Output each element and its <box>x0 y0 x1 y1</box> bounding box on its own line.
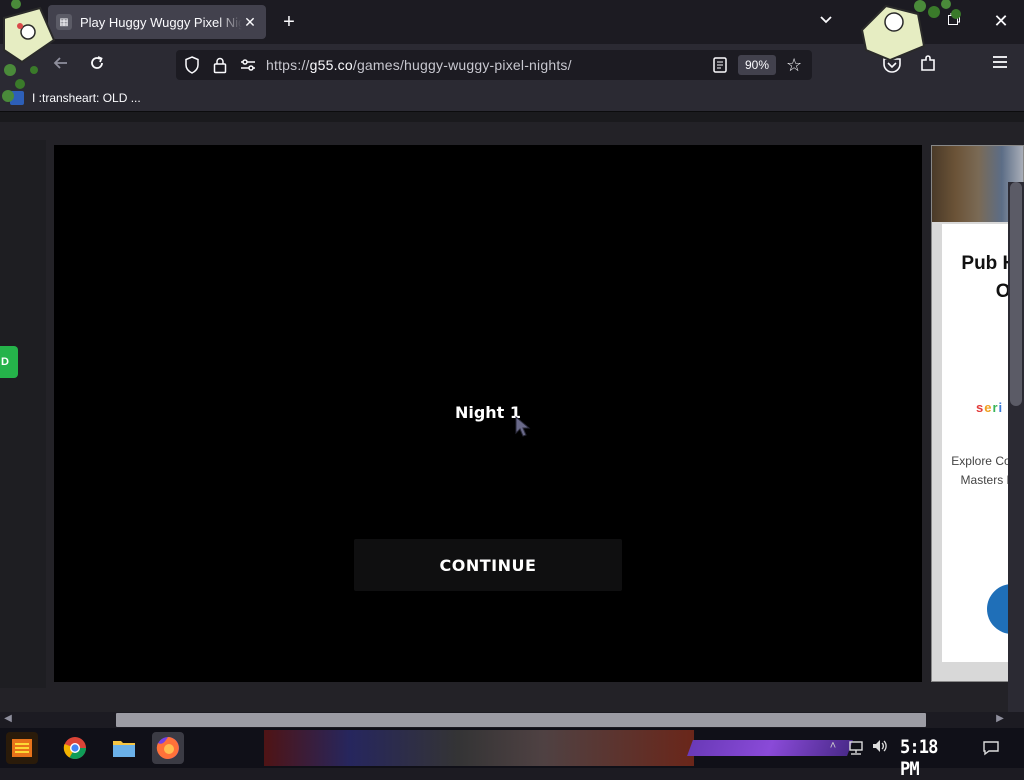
left-sidebar: D <box>0 140 46 688</box>
extensions-icon[interactable] <box>918 54 938 76</box>
bookmark-favicon-icon <box>10 91 24 105</box>
back-icon <box>53 57 67 69</box>
web-page: D Night 1 CONTINUE Pub Hea Deg Optic ser… <box>0 112 1024 712</box>
zoom-level-button[interactable]: 90% <box>738 55 776 75</box>
notification-icon[interactable] <box>982 740 1000 756</box>
volume-icon[interactable] <box>871 738 889 756</box>
firefox-taskbar-button[interactable] <box>152 732 184 764</box>
bookmarks-toolbar: I :transheart: OLD ... <box>0 86 1024 112</box>
tab-favicon-icon: ▦ <box>56 14 72 30</box>
game-canvas[interactable]: Night 1 CONTINUE <box>54 145 922 682</box>
chrome-taskbar-button[interactable] <box>59 732 91 764</box>
taskbar-clock[interactable]: 5:18 PM <box>900 736 958 780</box>
url-scheme: https:// <box>266 57 310 73</box>
reload-icon <box>91 56 103 69</box>
reload-button[interactable] <box>84 52 110 78</box>
chevron-down-icon <box>820 16 832 24</box>
tab-title: Play Huggy Wuggy Pixel Nights <box>80 14 242 30</box>
navigation-toolbar: https://g55.co/games/huggy-wuggy-pixel-n… <box>0 44 1024 86</box>
night-label: Night 1 <box>454 403 522 422</box>
scroll-left-arrow-icon[interactable]: ◀ <box>2 713 14 727</box>
bookmark-label: I :transheart: OLD ... <box>32 91 141 105</box>
window-restore-button[interactable] <box>944 12 964 32</box>
taskbar: ˄ 5:18 PM <box>0 728 1024 780</box>
play-button-partial[interactable]: D <box>0 346 18 378</box>
scroll-right-arrow-icon[interactable]: ▶ <box>994 713 1006 727</box>
firefox-icon <box>156 737 179 759</box>
list-all-tabs-button[interactable] <box>814 12 838 32</box>
start-icon <box>12 739 32 757</box>
horizontal-scrollbar[interactable]: ◀ ▶ <box>0 712 1024 728</box>
tab-active[interactable]: ▦ Play Huggy Wuggy Pixel Nights ✕ <box>48 5 266 39</box>
url-text[interactable]: https://g55.co/games/huggy-wuggy-pixel-n… <box>266 57 572 73</box>
taskbar-wallpaper-banner <box>264 730 694 766</box>
bookmark-item[interactable]: I :transheart: OLD ... <box>10 91 141 105</box>
page-top-strip <box>0 112 1024 122</box>
vertical-scrollbar[interactable] <box>1008 182 1024 712</box>
cursor-icon <box>515 416 531 437</box>
window-close-button[interactable]: ✕ <box>990 11 1012 33</box>
ad-brand-logo: seri <box>976 400 1004 415</box>
vertical-scrollbar-thumb[interactable] <box>1010 182 1022 406</box>
back-button[interactable] <box>48 52 74 78</box>
url-host: g55.co <box>309 57 353 73</box>
continue-button[interactable]: CONTINUE <box>354 539 622 591</box>
restore-icon <box>948 13 960 25</box>
start-button[interactable] <box>6 732 38 764</box>
tray-expand-icon[interactable]: ˄ <box>826 740 840 754</box>
tab-bar: ▦ Play Huggy Wuggy Pixel Nights ✕ + ✕ <box>0 0 1024 44</box>
files-icon <box>113 741 135 757</box>
bookmark-star-icon[interactable]: ☆ <box>786 55 804 75</box>
tab-close-button[interactable]: ✕ <box>242 14 258 31</box>
new-tab-button[interactable]: + <box>276 10 302 36</box>
horizontal-scrollbar-thumb[interactable] <box>116 713 926 727</box>
permissions-icon[interactable] <box>240 58 256 72</box>
reader-view-icon[interactable] <box>712 56 728 74</box>
tracking-protection-shield-icon[interactable] <box>184 56 200 74</box>
url-bar[interactable]: https://g55.co/games/huggy-wuggy-pixel-n… <box>176 50 812 80</box>
file-explorer-taskbar-button[interactable] <box>108 732 140 764</box>
pocket-icon[interactable] <box>882 56 902 76</box>
network-icon[interactable] <box>847 740 865 756</box>
lock-icon[interactable] <box>212 56 228 74</box>
url-path: /games/huggy-wuggy-pixel-nights/ <box>352 57 572 73</box>
chrome-icon <box>63 737 86 759</box>
menu-icon[interactable] <box>990 54 1010 76</box>
